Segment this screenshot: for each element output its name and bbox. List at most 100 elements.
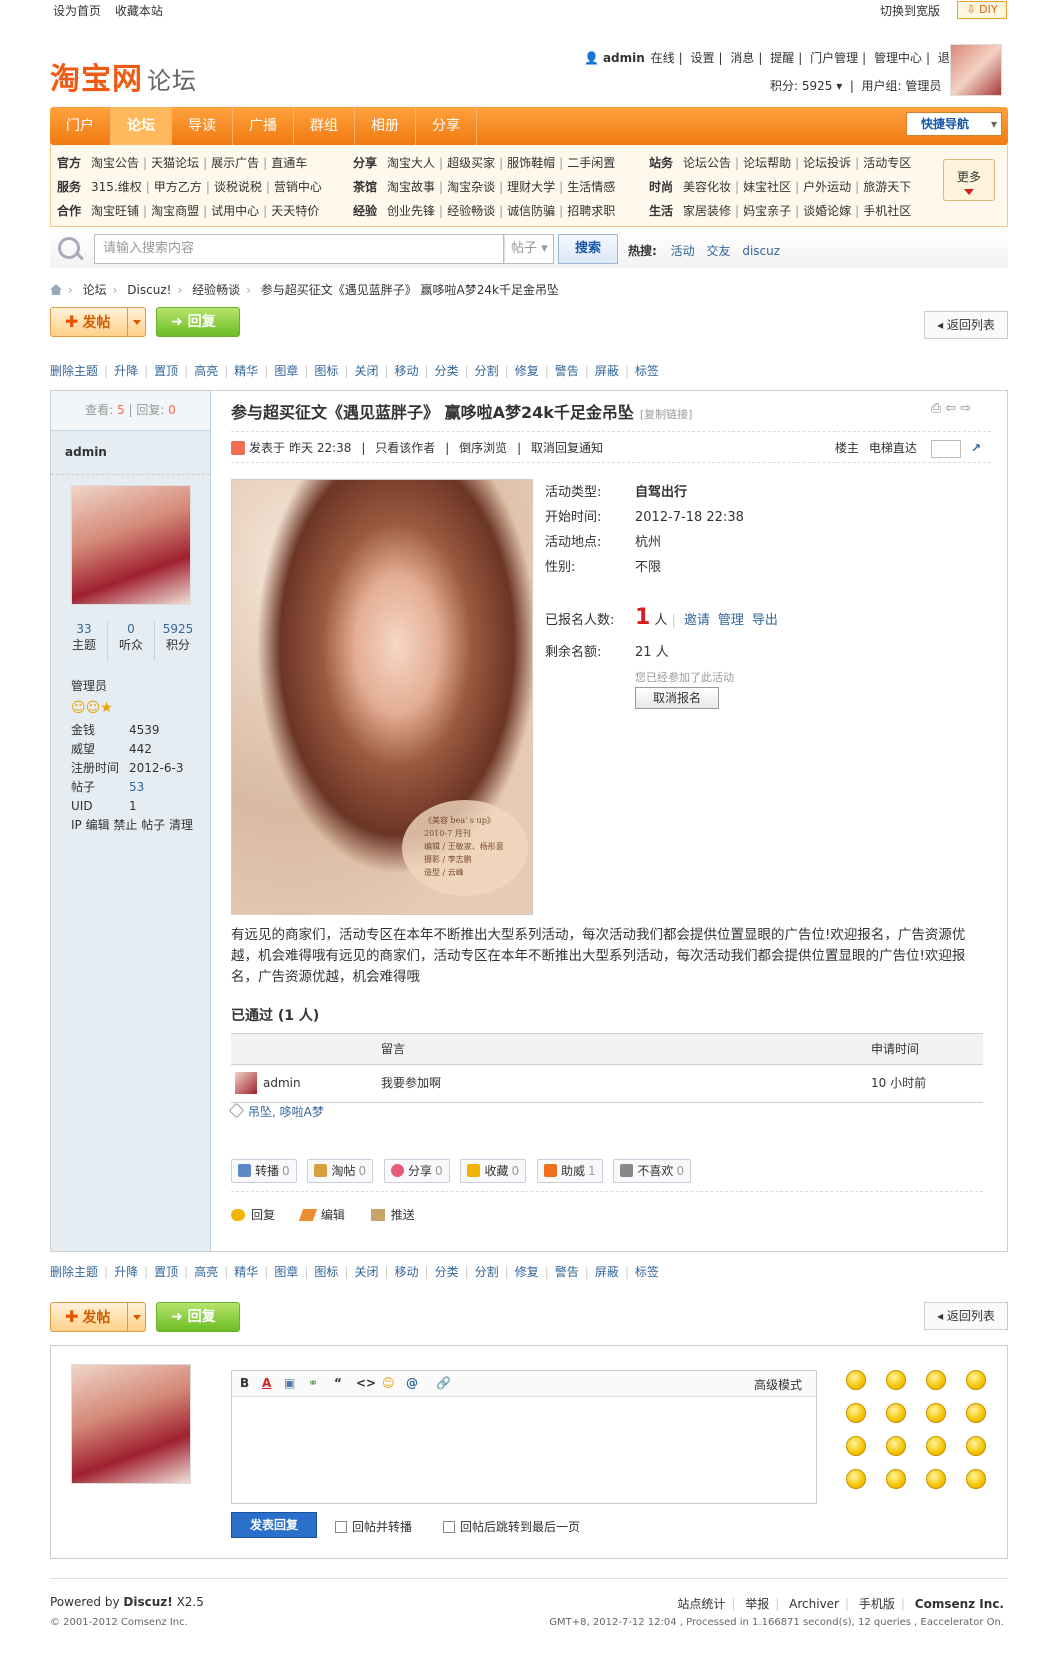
back-to-list-button[interactable]: ◂ 返回列表 [924,311,1008,339]
subnav-link[interactable]: 谈婚论嫁 [803,204,851,218]
subnav-link[interactable]: 二手闲置 [567,156,615,170]
mod-icon[interactable]: 图标 [314,364,338,378]
subnav-link[interactable]: 论坛公告 [683,156,731,170]
smiley-icon[interactable] [886,1370,906,1390]
smiley-icon[interactable] [846,1469,866,1489]
subnav-link[interactable]: 美容化妆 [683,180,731,194]
stat-followers[interactable]: 0 听众 [107,621,155,661]
admin-center-link[interactable]: 管理中心 [874,51,922,65]
subnav-link[interactable]: 创业先锋 [387,204,435,218]
share-button[interactable]: 分享 0 [383,1159,450,1183]
username-link[interactable]: admin [603,51,645,65]
subnav-link[interactable]: 户外运动 [803,180,851,194]
push-op[interactable]: 推送 [370,1208,415,1222]
mod-repair[interactable]: 修复 [515,364,539,378]
mod-warn[interactable]: 警告 [555,364,579,378]
set-home-link[interactable]: 设为首页 [53,4,101,18]
hot-search-link[interactable]: discuz [742,244,780,258]
author-name[interactable]: admin [51,431,210,475]
hot-search-link[interactable]: 活动 [671,244,695,258]
collect-button[interactable]: 淘帖 0 [307,1159,374,1183]
mod-highlight[interactable]: 高亮 [194,364,218,378]
smiley-icon[interactable] [926,1403,946,1423]
mod-stamp[interactable]: 图章 [274,1265,298,1279]
post-dropdown[interactable] [127,308,145,336]
smiley-icon[interactable] [846,1403,866,1423]
cancel-notify-link[interactable]: 取消回复通知 [531,441,603,455]
breadcrumb-item[interactable]: 经验畅谈 [192,283,240,297]
export-link[interactable]: 导出 [752,613,778,628]
smiley-icon[interactable]: ☺ [382,1376,395,1390]
info-value-link[interactable]: 53 [129,780,144,794]
user-points[interactable]: 积分: 5925 [770,79,832,93]
footer-link[interactable]: 手机版 [859,1597,895,1611]
breadcrumb-item[interactable]: Discuz! [127,283,171,297]
bookmark-link[interactable]: 收藏本站 [115,4,163,18]
image-icon[interactable]: ▣ [284,1376,295,1390]
hot-search-link[interactable]: 交友 [706,244,730,258]
mod-digest[interactable]: 精华 [234,1265,258,1279]
subnav-link[interactable]: 淘宝公告 [91,156,139,170]
link-icon[interactable]: ⚭ [308,1376,318,1390]
subnav-link[interactable]: 谈税说税 [214,180,262,194]
smiley-icon[interactable] [926,1469,946,1489]
reply-op[interactable]: 回复 [231,1208,275,1222]
bold-icon[interactable]: B [240,1376,249,1390]
nav-item-forum[interactable]: 论坛 [111,107,172,145]
subnav-link[interactable]: 诚信防骗 [507,204,555,218]
nav-item-broadcast[interactable]: 广播 [233,107,294,145]
smiley-icon[interactable] [966,1436,986,1456]
stat-points[interactable]: 5925 积分 [155,621,201,661]
subnav-link[interactable]: 妈宝亲子 [743,204,791,218]
forward-button[interactable]: 转播 0 [231,1159,297,1183]
subnav-link[interactable]: 淘宝杂谈 [447,180,495,194]
subnav-link[interactable]: 妹宝社区 [743,180,791,194]
new-post-button-bottom[interactable]: ✚ 发帖 [50,1302,146,1332]
nav-item-share[interactable]: 分享 [416,107,477,145]
stat-threads[interactable]: 33 主题 [61,621,107,661]
mod-delete[interactable]: 删除主题 [50,364,98,378]
smiley-icon[interactable] [966,1469,986,1489]
notice-link[interactable]: 提醒 [770,51,794,65]
at-icon[interactable]: @ [406,1376,418,1390]
advanced-mode-link[interactable]: 高级模式 [754,1376,802,1393]
edit-op[interactable]: 编辑 [298,1208,345,1222]
footer-link[interactable]: 站点统计 [677,1597,725,1611]
breadcrumb-item[interactable]: 论坛 [83,283,107,297]
mod-highlight[interactable]: 高亮 [194,1265,218,1279]
font-color-icon[interactable]: A [262,1376,271,1390]
mod-tag[interactable]: 标签 [635,364,659,378]
jump-last-checkbox[interactable]: 回帖后跳转到最后一页 [443,1518,580,1535]
smiley-icon[interactable] [846,1370,866,1390]
next-thread-icon[interactable]: ⇨ [960,401,975,416]
mod-split[interactable]: 分割 [475,364,499,378]
smiley-icon[interactable] [886,1469,906,1489]
cancel-signup-button[interactable]: 取消报名 [635,687,719,709]
prev-thread-icon[interactable]: ⇦ [945,401,960,416]
subnav-link[interactable]: 淘宝大人 [387,156,435,170]
subnav-link[interactable]: 超级买家 [447,156,495,170]
mod-classify[interactable]: 分类 [435,1265,459,1279]
subnav-link[interactable]: 315.维权 [91,180,142,194]
footer-link[interactable]: Archiver [789,1597,839,1611]
attachment-icon[interactable]: 🔗 [436,1376,451,1390]
mod-move[interactable]: 移动 [395,364,419,378]
search-button[interactable]: 搜索 [558,234,618,264]
favorite-button[interactable]: 收藏 0 [460,1159,527,1183]
support-button[interactable]: 助威 1 [536,1159,603,1183]
subnav-link[interactable]: 手机社区 [863,204,911,218]
subnav-link[interactable]: 天猫论坛 [151,156,199,170]
mod-move[interactable]: 移动 [395,1265,419,1279]
quick-nav-button[interactable]: 快捷导航 ▾ [906,112,1002,136]
subnav-link[interactable]: 直通车 [271,156,307,170]
mod-bump[interactable]: 升降 [114,1265,138,1279]
mod-close[interactable]: 关闭 [354,1265,378,1279]
subnav-link[interactable]: 淘宝旺铺 [91,204,139,218]
print-icon[interactable]: ⎙ [931,401,945,416]
smiley-icon[interactable] [886,1403,906,1423]
subnav-link[interactable]: 旅游天下 [863,180,911,194]
discuz-link[interactable]: Discuz! [123,1595,172,1609]
reverse-order-link[interactable]: 倒序浏览 [459,441,507,455]
subnav-link[interactable]: 论坛帮助 [743,156,791,170]
wide-mode-link[interactable]: 切换到宽版 [880,2,940,19]
